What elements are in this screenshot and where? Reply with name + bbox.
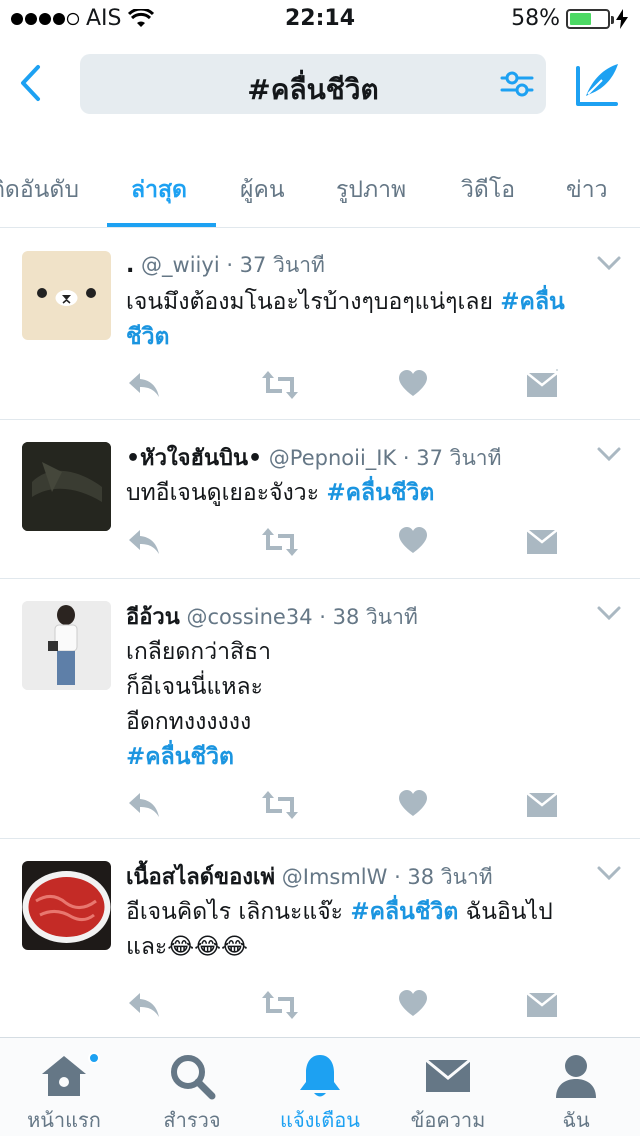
nav-profile-label: ฉัน: [562, 1108, 590, 1132]
girl-photo-avatar-icon[interactable]: [22, 601, 111, 690]
like-icon[interactable]: [398, 526, 428, 556]
tweet-author-handle: @ImsmlW · 38 วินาที: [281, 865, 493, 889]
envelope-icon: [425, 1058, 471, 1092]
hashtag-link[interactable]: #คลื่นชีวิต: [326, 480, 434, 506]
status-bar: AIS 22:14 58%: [0, 0, 640, 40]
tweet-author-name[interactable]: •หัวใจฮันบิน•: [126, 446, 262, 471]
like-icon[interactable]: [398, 989, 428, 1019]
battery-icon: [566, 8, 614, 29]
tweet-author-handle: @cossine34 · 38 วินาที: [186, 605, 418, 629]
bell-icon: [300, 1055, 340, 1097]
home-icon: [42, 1056, 86, 1096]
tweet-text: บทอีเจนดูเยอะจังวะ #คลื่นชีวิต: [126, 476, 606, 511]
tab-photos[interactable]: รูปภาพ: [336, 172, 406, 208]
chevron-down-icon[interactable]: [596, 255, 622, 271]
tweet-text: เกลียดกว่าสิธา ก็อีเจนนี่แหละ อีดกทงงงงง…: [126, 635, 606, 775]
reply-icon[interactable]: [126, 526, 162, 558]
tweet-text-content: อีเจนคิดไร เลิกนะแจ๊ะ: [126, 899, 344, 925]
nav-notifications-label: แจ้งเตือน: [280, 1108, 360, 1132]
search-tabs: ติดอันดับ ล่าสุด ผู้คน รูปภาพ วิดีโอ ข่า…: [0, 150, 640, 228]
battery-percent: 58%: [511, 6, 560, 31]
direct-message-icon[interactable]: [526, 989, 558, 1019]
retweet-icon[interactable]: [260, 369, 300, 401]
tweet-header: อีอ้วน @cossine34 · 38 วินาที: [126, 599, 418, 634]
reply-icon[interactable]: [126, 989, 162, 1021]
tweet-actions: [126, 526, 566, 562]
timeline: . @_wiiyi · 37 วินาที เจนมึงต้องมโนอะไรบ…: [0, 229, 640, 1037]
direct-message-icon[interactable]: [526, 369, 558, 399]
back-button[interactable]: [10, 60, 50, 106]
notification-dot: [88, 1052, 100, 1064]
tweet-text-line: และ😂😂😂: [126, 934, 248, 960]
tab-news[interactable]: ข่าว: [566, 172, 608, 208]
top-bar: #คลื่นชีวิต: [0, 40, 640, 130]
retweet-icon[interactable]: [260, 789, 300, 821]
hashtag-link[interactable]: #คลื่นชีวิต: [350, 899, 458, 925]
filter-icon[interactable]: [500, 68, 534, 100]
like-icon[interactable]: [398, 789, 428, 819]
tweet-text-line: เกลียดกว่าสิธา: [126, 639, 272, 665]
battery-fill: [570, 12, 591, 25]
dark-photo-avatar-icon[interactable]: [22, 442, 111, 531]
direct-message-icon[interactable]: [526, 789, 558, 819]
search-input[interactable]: #คลื่นชีวิต: [80, 54, 546, 114]
chevron-down-icon[interactable]: [596, 865, 622, 881]
tweet[interactable]: เนื้อสไลด์ของเพ่ @ImsmlW · 38 วินาที อีเ…: [0, 839, 640, 1037]
tweet[interactable]: •หัวใจฮันบิน• @Pepnoii_IK · 37 วินาที บท…: [0, 420, 640, 579]
bear-avatar-icon[interactable]: [22, 251, 111, 340]
tweet[interactable]: . @_wiiyi · 37 วินาที เจนมึงต้องมโนอะไรบ…: [0, 229, 640, 420]
tweet-text-content: เจนมึงต้องมโนอะไรบ้างๆบอๆแน่ๆเลย: [126, 289, 493, 315]
tweet-author-name[interactable]: .: [126, 253, 134, 278]
tweet-header: เนื้อสไลด์ของเพ่ @ImsmlW · 38 วินาที: [126, 859, 493, 894]
tweet-text-content: บทอีเจนดูเยอะจังวะ: [126, 480, 320, 506]
tweet-author-name[interactable]: เนื้อสไลด์ของเพ่: [126, 865, 275, 890]
active-tab-indicator: [107, 223, 216, 227]
chevron-left-icon: [21, 65, 40, 101]
tweet-text-content: ฉันอินไป: [465, 899, 553, 925]
nav-notifications[interactable]: แจ้งเตือน: [256, 1038, 384, 1137]
tab-top[interactable]: ติดอันดับ: [0, 172, 79, 208]
tweet-author-handle: @_wiiyi · 37 วินาที: [141, 253, 325, 277]
like-icon[interactable]: [398, 369, 428, 399]
nav-home-label: หน้าแรก: [27, 1108, 101, 1132]
bottom-nav: หน้าแรก สำรวจ แจ้งเตือน ข้อความ ฉัน: [0, 1037, 640, 1136]
compose-tweet-icon[interactable]: [572, 60, 622, 110]
charging-icon: [616, 8, 628, 29]
tweet-actions: [126, 989, 566, 1025]
tab-people[interactable]: ผู้คน: [240, 172, 285, 208]
chevron-down-icon[interactable]: [596, 605, 622, 621]
retweet-icon[interactable]: [260, 526, 300, 558]
chevron-down-icon[interactable]: [596, 446, 622, 462]
tweet-actions: [126, 369, 566, 405]
person-icon: [556, 1055, 596, 1098]
tweet-header: . @_wiiyi · 37 วินาที: [126, 249, 325, 282]
nav-home[interactable]: หน้าแรก: [0, 1038, 128, 1137]
status-right: 58%: [511, 6, 628, 31]
nav-explore[interactable]: สำรวจ: [128, 1038, 256, 1137]
tab-videos[interactable]: วิดีโอ: [461, 172, 515, 208]
reply-icon[interactable]: [126, 369, 162, 401]
search-icon: [171, 1055, 216, 1100]
nav-explore-label: สำรวจ: [163, 1108, 221, 1132]
tweet-header: •หัวใจฮันบิน• @Pepnoii_IK · 37 วินาที: [126, 440, 501, 475]
nav-messages[interactable]: ข้อความ: [384, 1038, 512, 1137]
retweet-icon[interactable]: [260, 989, 300, 1021]
search-query: #คลื่นชีวิต: [247, 73, 379, 106]
tweet-text-line: ก็อีเจนนี่แหละ: [126, 674, 263, 700]
tab-latest[interactable]: ล่าสุด: [131, 172, 187, 208]
direct-message-icon[interactable]: [526, 526, 558, 556]
tweet-text: เจนมึงต้องมโนอะไรบ้างๆบอๆแน่ๆเลย #คลื่นช…: [126, 285, 606, 355]
sliced-beef-avatar-icon[interactable]: [22, 861, 111, 950]
tweet-text-line: อีดกทงงงงงง: [126, 709, 252, 735]
tweet-author-name[interactable]: อีอ้วน: [126, 605, 180, 630]
tweet-text: อีเจนคิดไร เลิกนะแจ๊ะ #คลื่นชีวิต ฉันอิน…: [126, 895, 606, 965]
tweet[interactable]: อีอ้วน @cossine34 · 38 วินาที เกลียดกว่า…: [0, 579, 640, 839]
nav-profile[interactable]: ฉัน: [512, 1038, 640, 1137]
nav-messages-label: ข้อความ: [410, 1108, 486, 1132]
hashtag-link[interactable]: #คลื่นชีวิต: [126, 740, 606, 775]
reply-icon[interactable]: [126, 789, 162, 821]
tweet-author-handle: @Pepnoii_IK · 37 วินาที: [268, 446, 502, 470]
tweet-actions: [126, 789, 566, 825]
